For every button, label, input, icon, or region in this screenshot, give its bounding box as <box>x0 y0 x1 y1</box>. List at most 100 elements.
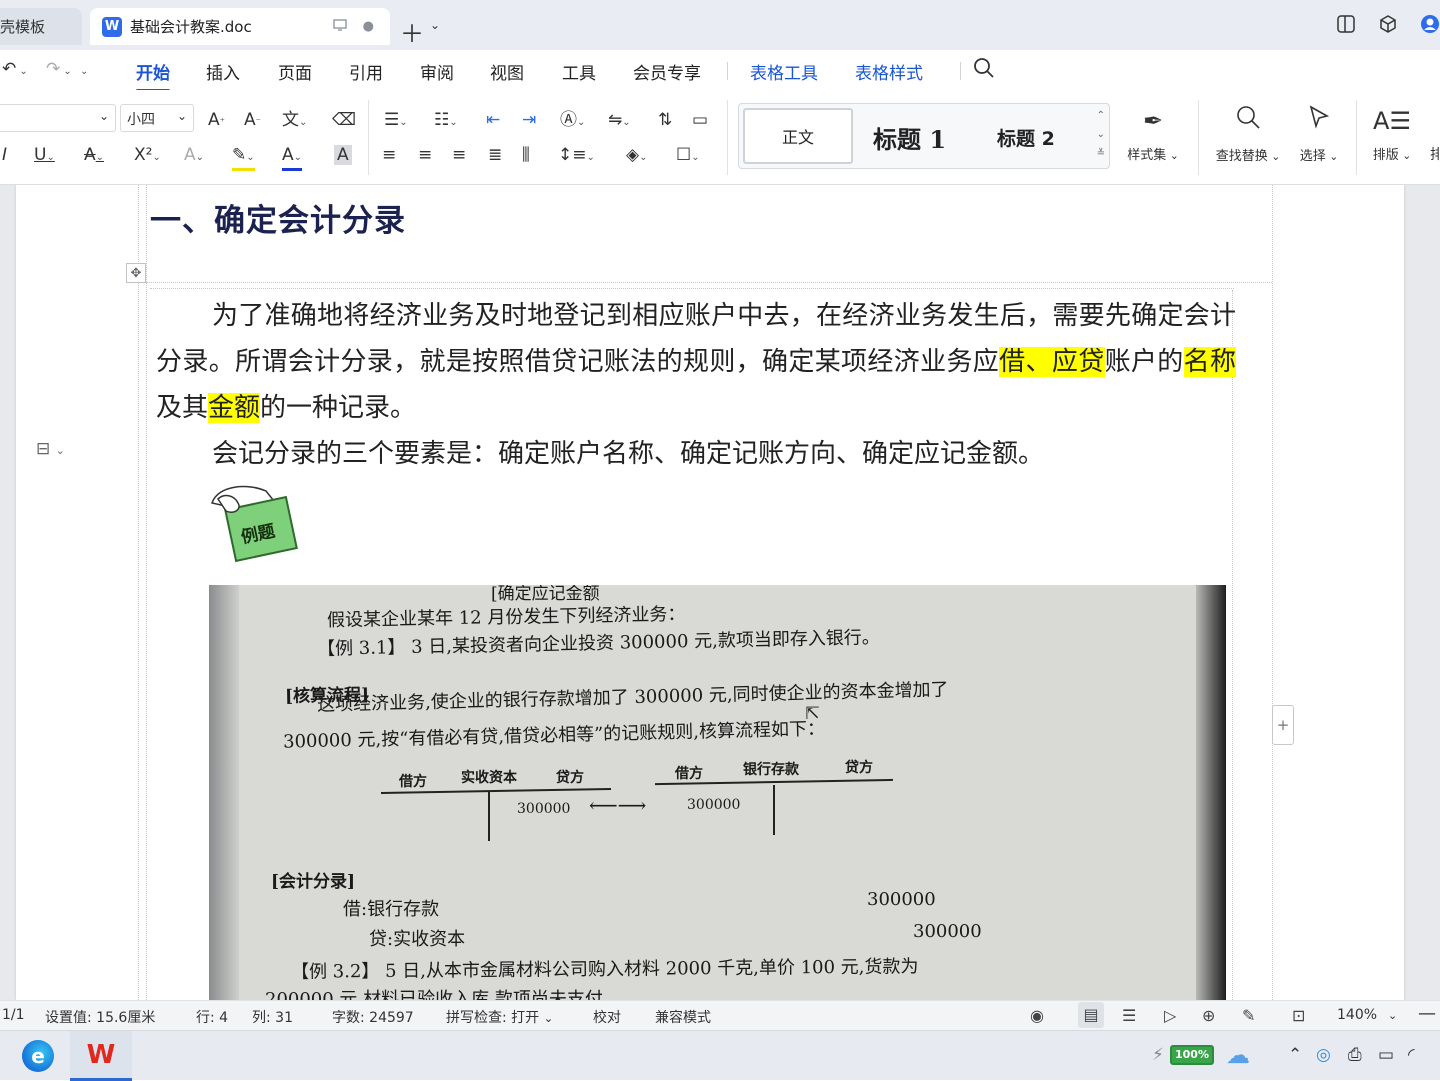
tab-document[interactable]: W 基础会计教案.doc ● <box>90 8 390 45</box>
camera-icon[interactable]: ⎙ <box>1348 1045 1362 1065</box>
highlight-color-icon[interactable]: ✎⌄ <box>232 145 255 171</box>
arrange-icon: A☰ <box>1373 107 1411 135</box>
char-shading-icon[interactable]: A <box>334 145 352 165</box>
font-color-icon[interactable]: A⌄ <box>282 145 303 171</box>
tab-template[interactable]: 壳模板 <box>0 8 82 45</box>
battery-tray-icon[interactable]: ▭ <box>1378 1045 1394 1065</box>
paragraph-handle-icon[interactable]: ⊟ ⌄ <box>36 439 65 459</box>
arrange-button[interactable]: A☰ 排版 ⌄ <box>1362 104 1422 163</box>
menu-table-style[interactable]: 表格样式 <box>855 59 923 84</box>
split-view-icon[interactable] <box>1336 14 1356 34</box>
chevron-down-icon[interactable]: ⌄ <box>1388 1009 1397 1022</box>
align-left-icon[interactable]: ≡ <box>382 145 396 165</box>
grow-font-icon[interactable]: A⁺ <box>208 110 225 133</box>
eye-icon[interactable]: ◉ <box>1030 1006 1044 1025</box>
cube-icon[interactable] <box>1378 14 1398 34</box>
unsaved-dot-icon[interactable]: ● <box>363 19 374 34</box>
status-proofread[interactable]: 校对 <box>593 1007 621 1027</box>
shrink-font-icon[interactable]: A⁻ <box>244 110 261 133</box>
wps-logo-icon: W <box>86 1040 116 1070</box>
bullet-list-icon[interactable]: ☰⌄ <box>384 110 408 133</box>
show-marks-icon[interactable]: ▭ <box>692 110 708 130</box>
weather-cloud-icon[interactable]: ☁ <box>1226 1041 1250 1069</box>
margin-guide <box>146 185 147 1000</box>
text-direction-icon[interactable]: Ⓐ⌄ <box>560 110 585 133</box>
shading-fill-icon[interactable]: ◈⌄ <box>626 145 647 168</box>
style-normal[interactable]: 正文 <box>743 108 853 164</box>
status-spellcheck[interactable]: 拼写检查: 打开 ⌄ <box>446 1007 553 1027</box>
chevron-down-icon[interactable]: ⌄ <box>430 18 440 32</box>
menu-view[interactable]: 视图 <box>490 59 524 84</box>
app-tray-icon[interactable]: ◎ <box>1316 1045 1331 1065</box>
add-column-button[interactable]: + <box>1272 705 1294 745</box>
menu-tools[interactable]: 工具 <box>562 59 596 84</box>
status-page[interactable]: 1/1 <box>2 1007 25 1023</box>
phonetic-guide-icon[interactable]: 文⌄ <box>282 110 307 133</box>
table-move-handle-icon[interactable]: ✥ <box>126 263 146 283</box>
play-icon[interactable]: ▷ <box>1164 1006 1176 1025</box>
menu-member[interactable]: 会员专享 <box>633 59 701 84</box>
monitor-icon[interactable] <box>333 18 347 35</box>
strikethrough-icon[interactable]: A⌄ <box>84 145 104 168</box>
zoom-level[interactable]: 140% <box>1337 1007 1377 1023</box>
menu-review[interactable]: 审阅 <box>420 59 454 84</box>
edge-browser-icon[interactable]: e <box>22 1040 54 1072</box>
style-heading-2[interactable]: 标题 2 <box>997 124 1055 151</box>
distribute-icon[interactable]: ⫼ <box>522 145 530 165</box>
new-tab-button[interactable]: ＋ <box>400 14 424 49</box>
line-spacing-icon[interactable]: ↕≡⌄ <box>558 145 595 168</box>
outline-view-icon[interactable]: ☰ <box>1122 1006 1136 1025</box>
underline-icon[interactable]: U⌄ <box>34 145 55 168</box>
wifi-icon[interactable]: ◜ <box>1408 1045 1415 1065</box>
border-icon[interactable]: ☐⌄ <box>676 145 700 168</box>
user-avatar-icon[interactable] <box>1420 14 1440 34</box>
style-set-button[interactable]: ✒ 样式集 ⌄ <box>1114 104 1192 163</box>
menu-home[interactable]: 开始 <box>136 59 170 92</box>
textbook-photo[interactable]: [确定应记金额 假设某企业某年 12 月份发生下列经济业务： 【例 3.1】 3… <box>209 585 1226 1000</box>
menu-row: ↶ ⌄ ↷ ⌄ ⌄ 开始 插入 页面 引用 审阅 视图 工具 会员专享 表格工具… <box>0 50 1440 92</box>
align-right-icon[interactable]: ≡ <box>452 145 466 165</box>
find-replace-label: 查找替换 <box>1215 149 1268 164</box>
quick-access-chevron-icon[interactable]: ⌄ <box>80 59 88 82</box>
text-effect-icon[interactable]: A⌄ <box>184 145 204 168</box>
justify-icon[interactable]: ≣ <box>488 145 502 165</box>
style-gallery-scroll[interactable]: ⌃ ⌄ ≚ <box>1097 106 1105 163</box>
ribbon-divider <box>1198 100 1199 175</box>
wps-taskbar-button[interactable]: W <box>70 1031 132 1081</box>
menu-divider <box>727 62 728 80</box>
document-page[interactable]: 一、确定会计分录 ✥ 为了准确地将经济业务及时地登记到相应账户中去，在经济业务发… <box>16 185 1404 1000</box>
page-view-icon[interactable]: ▤ <box>1078 1002 1104 1028</box>
font-size-combo[interactable]: 小四 ⌄ <box>120 104 194 132</box>
status-word-count[interactable]: 字数: 24597 <box>332 1007 414 1027</box>
fit-page-icon[interactable]: ⊡ <box>1292 1006 1305 1025</box>
overflow-icon[interactable]: 排 <box>1430 145 1440 165</box>
numbered-list-icon[interactable]: ☷⌄ <box>434 110 458 133</box>
decrease-indent-icon[interactable]: ⇤ <box>486 110 500 130</box>
style-heading-1[interactable]: 标题 1 <box>873 120 946 155</box>
font-family-combo[interactable]: ⌄ <box>0 104 116 132</box>
pen-icon[interactable]: ✎ <box>1242 1006 1255 1025</box>
find-replace-button[interactable]: 查找替换 ⌄ <box>1206 104 1290 164</box>
superscript-icon[interactable]: X²⌄ <box>134 145 161 168</box>
select-button[interactable]: 选择 ⌄ <box>1286 104 1352 164</box>
italic-icon[interactable]: I <box>2 145 7 165</box>
undo-icon[interactable]: ↶ ⌄ <box>2 59 28 82</box>
clear-format-icon[interactable]: ⌫ <box>332 110 356 130</box>
battery-indicator[interactable]: 100% <box>1170 1045 1214 1065</box>
increase-indent-icon[interactable]: ⇥ <box>522 110 536 130</box>
menu-references[interactable]: 引用 <box>349 59 383 84</box>
chevron-up-icon[interactable]: ⌃ <box>1288 1045 1302 1065</box>
status-setting[interactable]: 设置值: 15.6厘米 <box>45 1007 155 1027</box>
menu-table-tools[interactable]: 表格工具 <box>750 59 818 84</box>
sort-icon[interactable]: ⇋⌄ <box>608 110 631 133</box>
search-icon[interactable] <box>973 57 995 84</box>
para1-text-d: 的一种记录。 <box>260 393 417 423</box>
menu-page[interactable]: 页面 <box>278 59 312 84</box>
menu-insert[interactable]: 插入 <box>206 59 240 84</box>
para1-text-b: 账户的 <box>1104 347 1184 377</box>
align-center-icon[interactable]: ≡ <box>418 145 432 165</box>
sort-az-icon[interactable]: ⇅ <box>658 110 672 130</box>
redo-icon[interactable]: ↷ ⌄ <box>46 59 72 82</box>
zoom-out-icon[interactable]: — <box>1418 1003 1436 1024</box>
web-view-icon[interactable]: ⊕ <box>1202 1006 1215 1025</box>
